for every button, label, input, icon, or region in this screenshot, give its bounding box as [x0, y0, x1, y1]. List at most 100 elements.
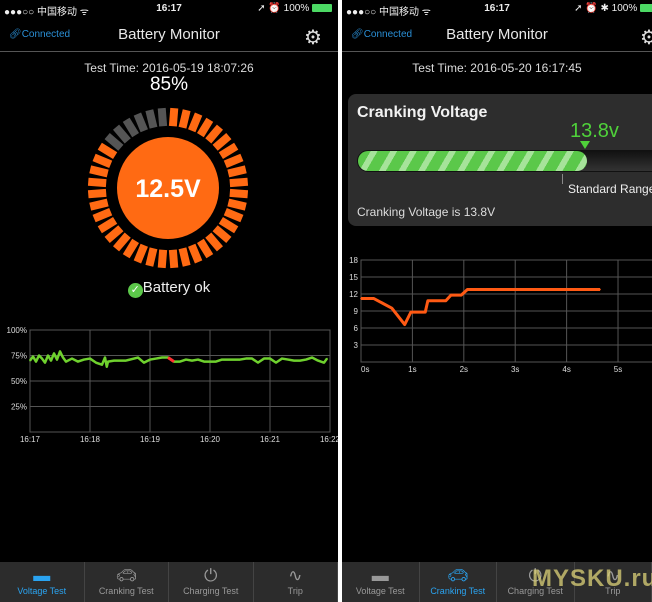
gauge-segment [205, 232, 223, 252]
data-point [161, 356, 163, 359]
standard-range-label: Standard Range [568, 182, 652, 196]
battery-icon: ▬ [33, 566, 51, 585]
data-point [38, 354, 40, 357]
tab-voltage-test[interactable]: ▬ Voltage Test [342, 562, 420, 602]
gear-icon[interactable]: ⚙ [640, 25, 652, 50]
data-point [326, 357, 328, 360]
y-tick-label: 50% [11, 377, 27, 386]
voltage-bar-fill [358, 151, 587, 171]
data-point [65, 360, 67, 363]
header: 🔗︎Connected Battery Monitor ⚙ [0, 18, 338, 52]
tab-trip[interactable]: ∿ Trip [254, 562, 338, 602]
tab-charging-test[interactable]: ⏻ Charging Test [169, 562, 254, 602]
data-point [77, 360, 79, 363]
tab-voltage-test[interactable]: ▬ Voltage Test [0, 562, 85, 602]
data-point [323, 361, 325, 364]
gauge-segment [104, 133, 124, 151]
data-point [203, 360, 205, 363]
data-point [137, 356, 139, 359]
data-point [41, 357, 43, 360]
gauge-segment [89, 198, 109, 211]
data-point [50, 359, 52, 362]
gauge-segment [113, 124, 131, 144]
y-tick-label: 18 [349, 256, 358, 265]
gauge-segment [92, 153, 113, 168]
data-point [460, 294, 463, 296]
gauge-segment [227, 198, 247, 211]
data-point [53, 352, 55, 355]
test-time: Test Time: 2016-05-20 16:17:45 [412, 61, 582, 75]
tab-cranking-test[interactable]: 🚗︎ Cranking Test [85, 562, 169, 602]
data-point [32, 355, 34, 358]
check-icon: ✓ [127, 283, 143, 298]
data-point [104, 356, 106, 359]
x-tick-label: 2s [460, 365, 468, 374]
data-point [149, 358, 151, 361]
route-icon: ∿ [288, 566, 303, 585]
data-point [59, 350, 61, 353]
data-point [466, 288, 469, 291]
gauge-segment [218, 216, 239, 234]
data-point [427, 300, 429, 302]
data-point [106, 365, 108, 368]
data-point [83, 358, 85, 361]
gauge-segment [178, 247, 191, 267]
watermark: MYSKU.ru [532, 565, 652, 592]
app-title: Battery Monitor [446, 26, 548, 43]
data-point [450, 294, 452, 296]
gauge-segment [157, 107, 168, 127]
data-point [107, 360, 109, 363]
y-tick-label: 3 [354, 341, 359, 350]
status-icons: ➚ ⏰ ✱ 100% [574, 3, 638, 14]
data-point [424, 311, 427, 313]
gauge-segment [188, 243, 203, 264]
data-point [445, 300, 447, 302]
gauge-segment [122, 117, 140, 138]
x-tick-label: 16:22 [320, 435, 338, 444]
cranking-chart: 18 15 12 9 6 3 0s 1s 2s 3s 4s 5s [349, 256, 652, 374]
gauge-segment [229, 188, 249, 199]
tab-cranking-test[interactable]: 🚗︎ Cranking Test [420, 562, 497, 602]
voltage-gauge: 12.5V [87, 107, 249, 269]
tab-bar: ▬ Voltage Test 🚗︎ Cranking Test ⏻ Charging … [0, 562, 338, 602]
gauge-segment [97, 142, 118, 160]
gauge-segment [218, 142, 239, 160]
gear-icon[interactable]: ⚙ [304, 25, 322, 50]
gauge-segment [168, 249, 179, 269]
gauge-segment [229, 177, 249, 188]
voltage-test-screen: ●●●○○ 中国移动 ᯤ 16:17 ➚ ⏰ 100% 🔗︎Connected … [0, 0, 338, 602]
gauge-segment [212, 225, 232, 243]
gauge-segment [104, 225, 124, 243]
gauge-segment [157, 249, 168, 269]
data-point [299, 359, 301, 362]
car-icon: 🚗︎ [115, 566, 138, 585]
gauge-segment [178, 109, 191, 129]
battery-icon [312, 4, 332, 13]
cranking-summary: Cranking Voltage is 13.8V [357, 205, 496, 219]
data-point [257, 361, 259, 364]
gauge-segment [113, 232, 131, 252]
data-point [275, 361, 277, 364]
gauge-segment [168, 107, 179, 127]
gauge-segment [212, 133, 232, 151]
data-point [185, 358, 187, 361]
battery-status: ✓ Battery ok [0, 279, 338, 298]
gauge-segment [196, 117, 214, 138]
gauge-segment [97, 216, 118, 234]
data-point [113, 359, 115, 362]
data-point [293, 359, 295, 362]
y-tick-label: 9 [354, 307, 359, 316]
gauge-segment [87, 188, 107, 199]
data-point [125, 359, 127, 362]
gauge-segment [227, 165, 247, 178]
data-point [269, 357, 271, 360]
voltage-bar [357, 150, 652, 172]
highlight-segment [167, 356, 175, 363]
gauge-segment [133, 243, 148, 264]
data-point [215, 360, 217, 363]
voltage-value: 12.5V [135, 175, 201, 203]
x-tick-label: 16:20 [200, 435, 221, 444]
gauge-segment [188, 112, 203, 133]
data-point [403, 323, 406, 326]
data-point [233, 358, 235, 361]
